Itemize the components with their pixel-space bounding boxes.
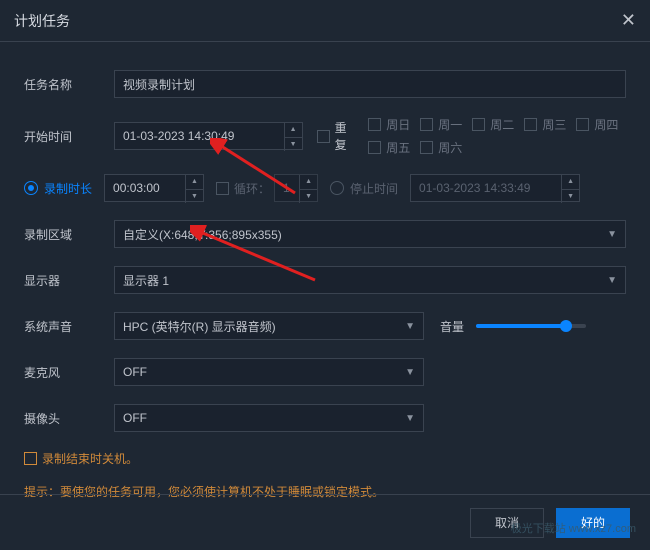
footer: 取消 好的 — [0, 494, 650, 550]
label-volume: 音量 — [440, 318, 464, 335]
row-task-name: 任务名称 视频录制计划 — [24, 70, 626, 98]
camera-value: OFF — [123, 411, 147, 425]
chevron-down-icon[interactable]: ▼ — [562, 190, 579, 204]
label-task-name: 任务名称 — [24, 76, 114, 93]
label-camera: 摄像头 — [24, 410, 114, 427]
duration-radio[interactable] — [24, 181, 38, 195]
dialog-title: 计划任务 — [14, 11, 70, 31]
chevron-down-icon: ▼ — [607, 275, 617, 286]
day-sun[interactable]: 周日 — [368, 116, 410, 133]
chevron-down-icon: ▼ — [405, 321, 415, 332]
microphone-select[interactable]: OFF ▼ — [114, 358, 424, 386]
camera-select[interactable]: OFF ▼ — [114, 404, 424, 432]
stoptime-radio[interactable] — [330, 181, 344, 195]
cancel-button[interactable]: 取消 — [470, 508, 544, 538]
row-display: 显示器 显示器 1 ▼ — [24, 266, 626, 294]
label-loop: 循环： — [234, 180, 270, 197]
chevron-down-icon[interactable]: ▼ — [186, 190, 203, 204]
task-name-value: 视频录制计划 — [123, 76, 195, 93]
shutdown-checkbox[interactable] — [24, 452, 37, 465]
stoptime-value: 01-03-2023 14:33:49 — [419, 181, 530, 195]
system-audio-value: HPC (英特尔(R) 显示器音频) — [123, 318, 276, 335]
microphone-value: OFF — [123, 365, 147, 379]
chevron-up-icon[interactable]: ▲ — [562, 175, 579, 190]
chevron-down-icon: ▼ — [405, 367, 415, 378]
loop-spinner[interactable]: ▲ ▼ — [299, 175, 317, 203]
stoptime-group: 停止时间 — [330, 180, 398, 197]
title-bar: 计划任务 ✕ — [0, 0, 650, 42]
record-area-value: 自定义(X:648,Y:356;895x355) — [123, 226, 282, 243]
row-start-time: 开始时间 01-03-2023 14:30:49 ▲ ▼ 重复 周日 周一 周二… — [24, 116, 626, 156]
display-value: 显示器 1 — [123, 272, 169, 289]
label-system-audio: 系统声音 — [24, 318, 114, 335]
repeat-group: 重复 — [317, 119, 359, 153]
repeat-checkbox[interactable] — [317, 130, 330, 143]
loop-group: 循环： 1 ▲ ▼ — [216, 174, 318, 202]
ok-button[interactable]: 好的 — [556, 508, 630, 538]
chevron-down-icon[interactable]: ▼ — [300, 190, 317, 204]
day-thu[interactable]: 周四 — [576, 116, 618, 133]
label-stoptime: 停止时间 — [350, 180, 398, 197]
days-group: 周日 周一 周二 周三 周四 周五 周六 — [368, 116, 626, 156]
chevron-down-icon: ▼ — [607, 229, 617, 240]
row-microphone: 麦克风 OFF ▼ — [24, 358, 626, 386]
volume-fill — [476, 324, 566, 328]
duration-group: 录制时长 — [24, 180, 92, 197]
label-start-time: 开始时间 — [24, 128, 114, 145]
volume-thumb[interactable] — [560, 320, 572, 332]
row-system-audio: 系统声音 HPC (英特尔(R) 显示器音频) ▼ 音量 — [24, 312, 626, 340]
chevron-down-icon[interactable]: ▼ — [285, 138, 302, 152]
task-name-input[interactable]: 视频录制计划 — [114, 70, 626, 98]
start-time-input[interactable]: 01-03-2023 14:30:49 ▲ ▼ — [114, 122, 303, 150]
duration-input[interactable]: 00:03:00 ▲ ▼ — [104, 174, 204, 202]
loop-count-value: 1 — [283, 181, 290, 195]
start-time-spinner[interactable]: ▲ ▼ — [284, 123, 302, 151]
row-record-area: 录制区域 自定义(X:648,Y:356;895x355) ▼ — [24, 220, 626, 248]
record-area-select[interactable]: 自定义(X:648,Y:356;895x355) ▼ — [114, 220, 626, 248]
chevron-up-icon[interactable]: ▲ — [285, 123, 302, 138]
day-tue[interactable]: 周二 — [472, 116, 514, 133]
stoptime-spinner[interactable]: ▲ ▼ — [561, 175, 579, 203]
loop-count-input[interactable]: 1 ▲ ▼ — [274, 174, 318, 202]
day-sat[interactable]: 周六 — [420, 139, 462, 156]
volume-slider[interactable] — [476, 324, 586, 328]
content-area: 任务名称 视频录制计划 开始时间 01-03-2023 14:30:49 ▲ ▼… — [0, 42, 650, 510]
day-fri[interactable]: 周五 — [368, 139, 410, 156]
label-display: 显示器 — [24, 272, 114, 289]
label-microphone: 麦克风 — [24, 364, 114, 381]
system-audio-select[interactable]: HPC (英特尔(R) 显示器音频) ▼ — [114, 312, 424, 340]
shutdown-label: 录制结束时关机。 — [42, 450, 138, 467]
duration-value: 00:03:00 — [113, 181, 160, 195]
row-camera: 摄像头 OFF ▼ — [24, 404, 626, 432]
row-timing: 录制时长 00:03:00 ▲ ▼ 循环： 1 ▲ ▼ 停止时间 — [24, 174, 626, 202]
stoptime-input[interactable]: 01-03-2023 14:33:49 ▲ ▼ — [410, 174, 580, 202]
duration-spinner[interactable]: ▲ ▼ — [185, 175, 203, 203]
display-select[interactable]: 显示器 1 ▼ — [114, 266, 626, 294]
shutdown-row: 录制结束时关机。 — [24, 450, 626, 467]
label-duration: 录制时长 — [44, 180, 92, 197]
chevron-up-icon[interactable]: ▲ — [186, 175, 203, 190]
label-record-area: 录制区域 — [24, 226, 114, 243]
chevron-up-icon[interactable]: ▲ — [300, 175, 317, 190]
day-wed[interactable]: 周三 — [524, 116, 566, 133]
loop-checkbox[interactable] — [216, 182, 229, 195]
repeat-label: 重复 — [335, 119, 359, 153]
day-mon[interactable]: 周一 — [420, 116, 462, 133]
start-time-value: 01-03-2023 14:30:49 — [123, 129, 234, 143]
close-icon[interactable]: ✕ — [621, 10, 636, 31]
chevron-down-icon: ▼ — [405, 413, 415, 424]
